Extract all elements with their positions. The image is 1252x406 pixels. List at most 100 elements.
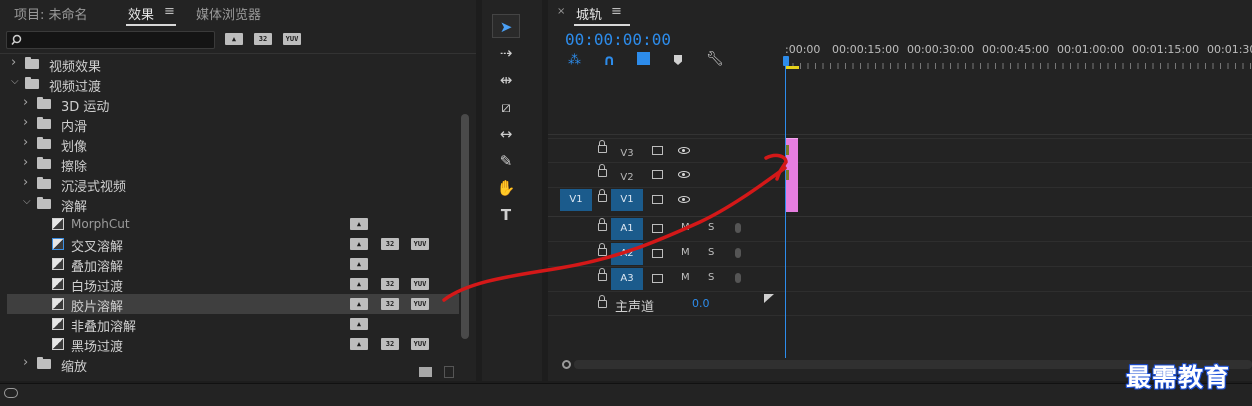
go-to-end-icon[interactable] — [764, 294, 774, 303]
32bit-badge: 32 — [381, 338, 399, 350]
sync-lock-icon[interactable] — [652, 274, 663, 283]
chevron-right-icon[interactable]: › — [11, 55, 16, 70]
hand-tool-icon[interactable]: ✋ — [492, 176, 520, 200]
add-marker-icon[interactable] — [674, 55, 682, 65]
playhead-handle[interactable] — [783, 56, 789, 66]
accelerated-filter-icon[interactable]: ▲ — [225, 33, 243, 45]
tree-item-label: 沉浸式视频 — [61, 180, 127, 195]
track-target-v1[interactable]: V1 — [611, 189, 643, 211]
delete-icon[interactable] — [444, 366, 454, 378]
snap-icon[interactable]: ∩ — [603, 51, 615, 69]
panel-menu-icon[interactable]: ≡ — [164, 4, 175, 19]
nest-toggle-icon[interactable]: ⁂ — [568, 53, 581, 68]
chevron-down-icon[interactable]: ⌵ — [23, 196, 31, 207]
tree-folder[interactable]: › 划像 — [7, 134, 459, 155]
tree-item-label: 非叠加溶解 — [71, 320, 137, 335]
chevron-right-icon[interactable]: › — [23, 135, 28, 150]
solo-button[interactable]: S — [708, 247, 714, 258]
lock-icon[interactable] — [598, 295, 607, 308]
mic-icon[interactable] — [735, 223, 741, 233]
effects-search-input[interactable] — [6, 31, 215, 49]
work-area-bar[interactable] — [785, 66, 799, 69]
yuv-badge: YUV — [411, 238, 429, 250]
32bit-filter-button[interactable]: 32 — [254, 33, 272, 45]
tree-folder[interactable]: ⌵ 溶解 — [7, 194, 459, 215]
tree-folder[interactable]: › 内滑 — [7, 114, 459, 135]
playhead-timecode[interactable]: 00:00:00:00 — [565, 30, 671, 49]
cloud-sync-icon[interactable] — [4, 388, 18, 398]
tree-transition-item[interactable]: 交叉溶解 ▲ 32 YUV — [7, 234, 459, 255]
source-patch-v1[interactable]: V1 — [560, 189, 592, 211]
sync-lock-icon[interactable] — [652, 170, 663, 179]
new-bin-icon[interactable] — [419, 367, 432, 377]
chevron-right-icon[interactable]: › — [23, 115, 28, 130]
mic-icon[interactable] — [735, 273, 741, 283]
sync-lock-icon[interactable] — [652, 249, 663, 258]
ripple-edit-tool-icon[interactable]: ⇹ — [492, 68, 520, 92]
track-divider — [548, 134, 1252, 135]
tree-transition-item[interactable]: 白场过渡 ▲ 32 YUV — [7, 274, 459, 295]
tree-folder[interactable]: › 沉浸式视频 — [7, 174, 459, 195]
track-select-tool-icon[interactable]: ⇢ — [492, 41, 520, 65]
timeline-scroll-handle[interactable] — [562, 360, 571, 369]
chevron-right-icon[interactable]: › — [23, 355, 28, 370]
linked-selection-icon[interactable] — [637, 52, 650, 65]
solo-button[interactable]: S — [708, 272, 714, 283]
wrench-icon[interactable]: 🔧︎ — [706, 51, 724, 67]
transition-icon — [52, 278, 64, 290]
track-target-a1[interactable]: A1 — [611, 218, 643, 240]
slip-tool-icon[interactable]: ↔ — [492, 122, 520, 146]
chevron-right-icon[interactable]: › — [23, 155, 28, 170]
sequence-tab[interactable]: 城轨 — [576, 4, 602, 23]
video-track-header: V3 — [548, 138, 1252, 162]
tree-folder[interactable]: › 3D 运动 — [7, 94, 459, 115]
close-tab-icon[interactable]: × — [557, 6, 565, 17]
razor-tool-icon[interactable]: ⧄ — [492, 95, 520, 119]
track-target-a3[interactable]: A3 — [611, 268, 643, 290]
yuv-filter-button[interactable]: YUV — [283, 33, 301, 45]
lock-icon[interactable] — [598, 140, 607, 153]
type-tool-icon[interactable]: T — [492, 203, 520, 227]
tree-folder[interactable]: ⌵ 视频过渡 — [7, 74, 459, 95]
lock-icon[interactable] — [598, 268, 607, 281]
tree-transition-item[interactable]: 黑场过渡 ▲ 32 YUV — [7, 334, 459, 355]
track-target-v2[interactable]: V2 — [611, 167, 643, 189]
selection-tool-icon[interactable]: ➤ — [492, 14, 520, 38]
track-target-a2[interactable]: A2 — [611, 243, 643, 265]
tree-transition-item[interactable]: MorphCut ▲ — [7, 214, 459, 234]
eye-icon[interactable] — [678, 147, 690, 154]
lock-icon[interactable] — [598, 189, 607, 202]
tree-folder[interactable]: › 视频效果 — [7, 54, 459, 75]
tree-transition-item[interactable]: 非叠加溶解 ▲ — [7, 314, 459, 335]
video-clip-v1[interactable] — [785, 187, 798, 212]
eye-icon[interactable] — [678, 171, 690, 178]
chevron-right-icon[interactable]: › — [23, 95, 28, 110]
tree-transition-item[interactable]: 叠加溶解 ▲ — [7, 254, 459, 275]
tree-transition-item[interactable]: 胶片溶解 ▲ 32 YUV — [7, 294, 459, 315]
chevron-right-icon[interactable]: › — [23, 175, 28, 190]
mute-button[interactable]: M — [681, 272, 690, 283]
tree-scrollbar[interactable] — [461, 114, 469, 339]
sync-lock-icon[interactable] — [652, 195, 663, 204]
tab-project[interactable]: 项目: 未命名 — [14, 4, 88, 23]
tree-folder[interactable]: › 缩放 — [7, 354, 459, 375]
lock-icon[interactable] — [598, 164, 607, 177]
sync-lock-icon[interactable] — [652, 146, 663, 155]
mute-button[interactable]: M — [681, 222, 690, 233]
pen-tool-icon[interactable]: ✎ — [492, 149, 520, 173]
ruler-timecode-label: 00:00:15:00 — [832, 43, 900, 56]
tree-folder[interactable]: › 擦除 — [7, 154, 459, 175]
eye-icon[interactable] — [678, 196, 690, 203]
lock-icon[interactable] — [598, 243, 607, 256]
lock-icon[interactable] — [598, 218, 607, 231]
solo-button[interactable]: S — [708, 222, 714, 233]
mute-button[interactable]: M — [681, 247, 690, 258]
master-volume-value[interactable]: 0.0 — [692, 297, 710, 310]
tab-media-browser[interactable]: 媒体浏览器 — [196, 4, 261, 23]
32bit-badge: 32 — [381, 278, 399, 290]
panel-menu-icon[interactable]: ≡ — [611, 4, 622, 19]
sync-lock-icon[interactable] — [652, 224, 663, 233]
chevron-down-icon[interactable]: ⌵ — [11, 76, 19, 87]
tab-effects[interactable]: 效果 — [128, 4, 154, 23]
mic-icon[interactable] — [735, 248, 741, 258]
